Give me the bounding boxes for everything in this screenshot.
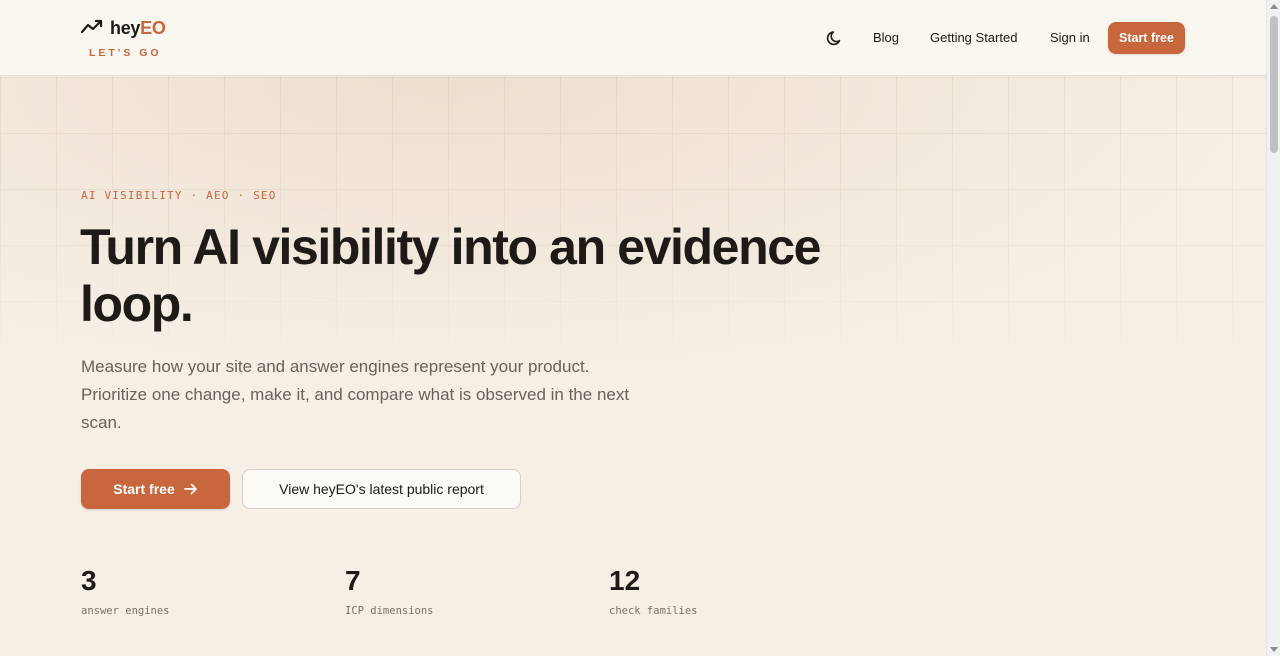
stat-value: 12 — [609, 565, 641, 596]
hero-lead: Measure how your site and answer engines… — [81, 357, 630, 432]
hero-start-free-button[interactable]: Start free — [81, 469, 230, 509]
moon-icon — [826, 31, 841, 46]
nav-start-free-button[interactable]: Start free — [1108, 22, 1185, 54]
hero-eyebrow: AI VISIBILITY · AEO · SEO — [81, 189, 277, 202]
stat-value: 7 — [345, 565, 361, 596]
trend-line-icon — [81, 19, 103, 34]
hero-headline: Turn AI visibility into an evidence loop… — [80, 219, 821, 332]
stat-icp-dimensions: 7 ICP dimensions — [345, 564, 434, 617]
logo-wordmark: heyEO — [110, 18, 166, 39]
stat-value: 3 — [81, 565, 97, 596]
view-public-report-button[interactable]: View heyEO's latest public report — [242, 469, 521, 509]
stat-label: answer engines — [81, 605, 170, 617]
nav-link-blog[interactable]: Blog — [873, 30, 899, 45]
stat-check-families: 12 check families — [609, 564, 698, 617]
nav-link-getting-started[interactable]: Getting Started — [930, 30, 1017, 45]
site-header: heyEO LET'S GO Blog Getting Started Sign… — [0, 0, 1266, 76]
logo-tagline: LET'S GO — [89, 47, 162, 59]
theme-toggle-button[interactable] — [824, 27, 846, 49]
page-scrollbar[interactable] — [1266, 0, 1280, 656]
scrollbar-thumb[interactable] — [1270, 16, 1278, 153]
stat-label: ICP dimensions — [345, 605, 434, 617]
stat-answer-engines: 3 answer engines — [81, 564, 170, 617]
nav-link-sign-in[interactable]: Sign in — [1050, 30, 1090, 45]
stat-label: check families — [609, 605, 698, 617]
arrow-right-icon — [183, 483, 197, 495]
logo-home-link[interactable]: heyEO LET'S GO — [81, 17, 171, 61]
logo-wordmark-accent: EO — [140, 18, 166, 38]
scroll-down-arrow-icon[interactable] — [1270, 647, 1278, 652]
scroll-up-arrow-icon[interactable] — [1270, 4, 1278, 9]
hero-start-free-label: Start free — [113, 481, 175, 497]
logo-wordmark-main: hey — [110, 18, 141, 38]
